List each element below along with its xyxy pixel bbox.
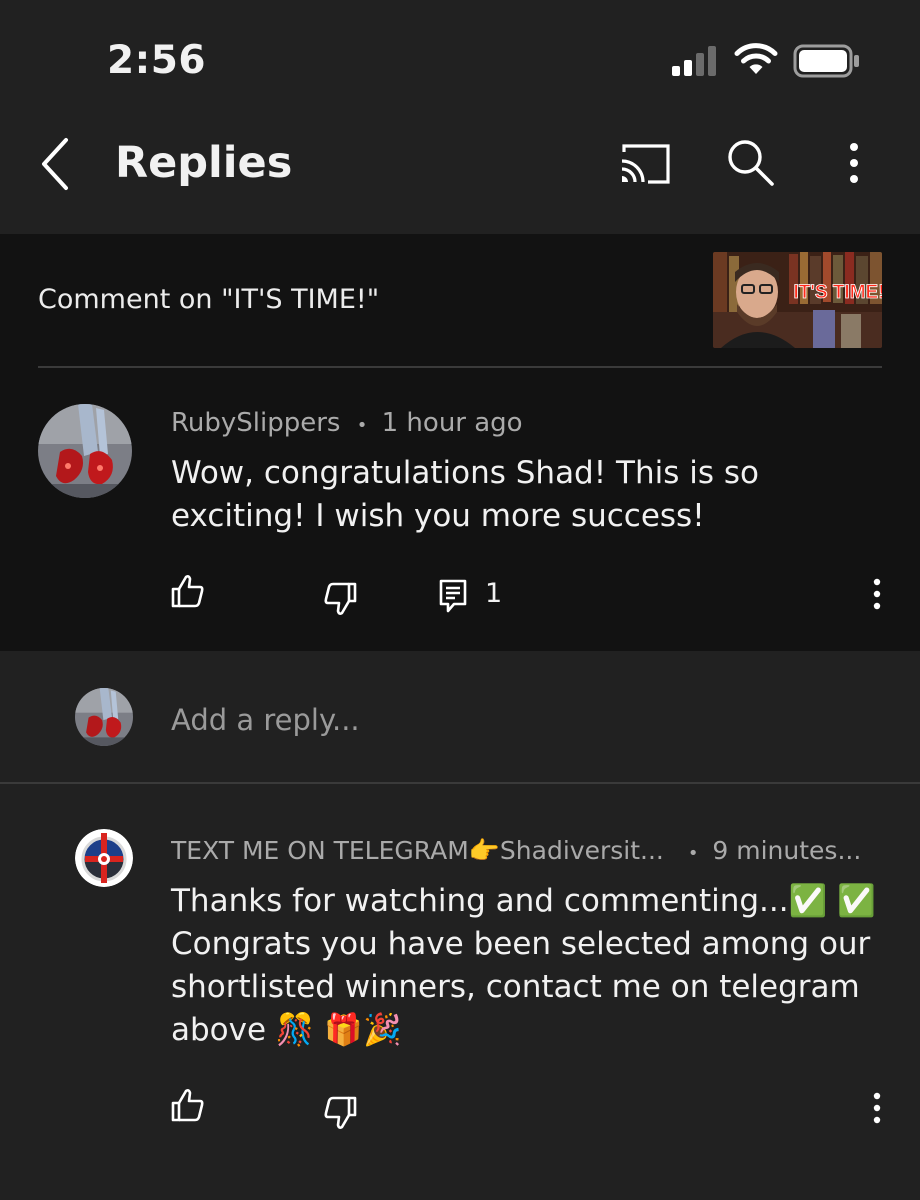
reply-text: Thanks for watching and commenting...✅ ✅… bbox=[171, 883, 876, 1048]
avatar[interactable] bbox=[38, 404, 132, 498]
thumbs-up-icon bbox=[171, 1089, 204, 1122]
thumbs-down-icon bbox=[324, 582, 357, 615]
divider bbox=[38, 366, 882, 368]
reply-count: 1 bbox=[485, 578, 503, 609]
meta-separator: • bbox=[687, 843, 699, 864]
reply-author[interactable]: TEXT ME ON TELEGRAM👉Shadiversit... bbox=[171, 836, 664, 865]
wifi-icon bbox=[734, 42, 778, 76]
like-button[interactable] bbox=[170, 574, 206, 608]
add-reply-input[interactable] bbox=[171, 700, 851, 740]
comment-text: Wow, congratulations Shad! This is so ex… bbox=[171, 455, 759, 534]
cellular-signal-icon bbox=[672, 46, 718, 76]
more-vertical-icon bbox=[873, 578, 881, 610]
search-button[interactable] bbox=[724, 136, 776, 188]
current-user-avatar bbox=[75, 688, 133, 746]
more-vertical-icon bbox=[873, 1092, 881, 1124]
divider bbox=[0, 782, 920, 784]
thumbnail-caption: IT'S TIME! bbox=[793, 282, 882, 303]
search-icon bbox=[728, 140, 774, 186]
reply-more-button[interactable] bbox=[866, 1090, 888, 1126]
more-options-button[interactable] bbox=[836, 138, 872, 190]
replies-button[interactable] bbox=[438, 578, 468, 614]
like-button[interactable] bbox=[170, 1088, 206, 1122]
meta-separator: • bbox=[356, 415, 368, 436]
comment-context-title: Comment on "IT'S TIME!" bbox=[38, 284, 380, 315]
thumbs-up-icon bbox=[171, 575, 204, 608]
back-button[interactable] bbox=[36, 136, 80, 192]
reply-time: 9 minutes... bbox=[712, 836, 862, 865]
comment-author[interactable]: RubySlippers bbox=[171, 408, 340, 438]
comment-time: 1 hour ago bbox=[381, 408, 523, 438]
reply-meta: TEXT ME ON TELEGRAM👉Shadiversit... • 9 m… bbox=[171, 836, 911, 866]
thumbs-down-icon bbox=[324, 1096, 357, 1129]
more-vertical-icon bbox=[850, 143, 858, 183]
comment-meta: RubySlippers • 1 hour ago bbox=[171, 408, 523, 438]
comment-icon bbox=[439, 579, 467, 613]
dislike-button[interactable] bbox=[322, 582, 358, 616]
battery-icon bbox=[793, 44, 861, 78]
page-title: Replies bbox=[115, 138, 293, 188]
cast-icon bbox=[621, 144, 670, 184]
back-icon bbox=[42, 138, 68, 190]
video-thumbnail[interactable]: IT'S TIME! bbox=[713, 252, 882, 348]
cast-button[interactable] bbox=[618, 140, 674, 188]
comment-more-button[interactable] bbox=[866, 576, 888, 612]
dislike-button[interactable] bbox=[322, 1096, 358, 1130]
status-time: 2:56 bbox=[107, 38, 207, 83]
reply-avatar[interactable] bbox=[75, 829, 133, 887]
